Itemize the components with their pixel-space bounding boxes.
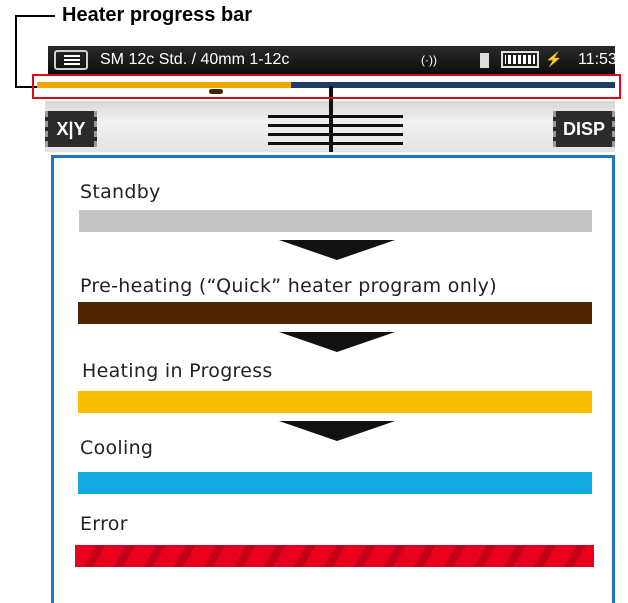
legend-label-cooling: Cooling — [80, 437, 154, 459]
charging-icon: ⚡ — [545, 51, 563, 67]
progress-bar-highlight — [32, 74, 621, 99]
menu-button[interactable] — [54, 50, 88, 70]
fiber-line — [268, 133, 403, 136]
arrow-down-icon — [279, 421, 395, 441]
program-title: SM 12c Std. / 40mm 1-12c — [100, 51, 290, 68]
disp-button[interactable]: DISP — [553, 111, 615, 147]
fiber-line — [268, 124, 403, 127]
menu-icon-line — [64, 55, 80, 57]
legend-label-standby: Standby — [80, 181, 161, 203]
arrow-down-icon — [279, 240, 395, 260]
wireless-icon: (·)) — [421, 53, 437, 67]
menu-icon-line — [64, 59, 80, 61]
clock: 11:53 — [578, 51, 617, 68]
legend-bar-preheating — [78, 302, 592, 324]
sd-card-icon — [480, 53, 489, 68]
fiber-line — [268, 142, 403, 145]
callout-leader-horizontal — [17, 15, 55, 17]
fiber-line — [268, 115, 403, 118]
menu-icon-line — [64, 63, 80, 65]
legend-bar-heating — [78, 391, 592, 413]
fiber-view-lines — [268, 115, 403, 147]
legend-label-preheating: Pre-heating (“Quick” heater program only… — [80, 275, 497, 297]
xy-button[interactable]: X|Y — [45, 111, 97, 147]
callout-title: Heater progress bar — [62, 4, 253, 26]
legend-bar-error — [75, 545, 594, 567]
arrow-down-icon — [279, 332, 395, 352]
legend-label-heating: Heating in Progress — [82, 360, 273, 382]
legend-bar-standby — [79, 210, 592, 232]
status-bar: SM 12c Std. / 40mm 1-12c (·)) ⚡ 11:53 — [48, 46, 617, 76]
battery-icon — [501, 51, 539, 68]
legend-bar-cooling — [78, 472, 592, 494]
device-screen: SM 12c Std. / 40mm 1-12c (·)) ⚡ 11:53 X|… — [37, 46, 617, 154]
legend-label-error: Error — [80, 513, 128, 535]
callout-leader-vertical — [15, 15, 17, 87]
